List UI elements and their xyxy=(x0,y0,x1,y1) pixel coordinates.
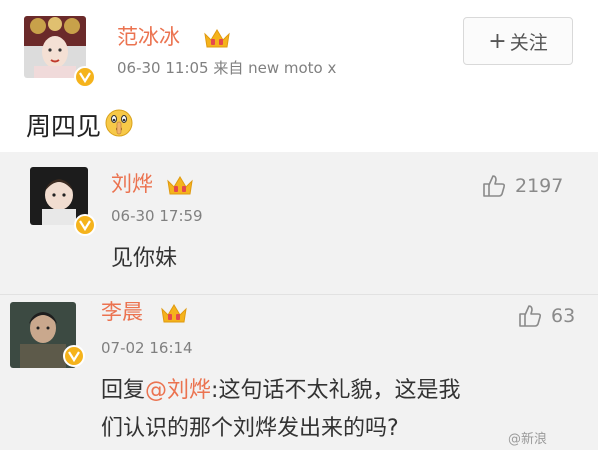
crown-icon xyxy=(160,301,188,329)
thumbs-up-icon xyxy=(519,305,542,327)
follow-label: 关注 xyxy=(509,31,548,54)
comment-text-line2: 们认识的那个刘烨发出来的吗? xyxy=(101,416,399,441)
post-meta: 06-30 11:05 来自 new moto x xyxy=(117,59,337,77)
post-text-content: 周四见 xyxy=(26,111,102,141)
comment-time: 07-02 16:14 xyxy=(101,339,193,357)
comment-item: 李晨 07-02 16:14 63 回复@刘烨:这句话不太礼貌，这是我 们认识的… xyxy=(0,295,598,450)
like-button[interactable]: 63 xyxy=(517,303,575,329)
plus-icon: + xyxy=(488,28,507,54)
post-author-name[interactable]: 范冰冰 xyxy=(117,25,180,49)
comment-text: 见你妹 xyxy=(111,246,178,271)
shh-emoji-icon xyxy=(104,108,134,145)
like-count: 2197 xyxy=(515,175,564,197)
comment-item: 刘烨 06-30 17:59 2197 见你妹 xyxy=(0,152,598,295)
crown-icon xyxy=(203,26,231,54)
commenter-name[interactable]: 刘烨 xyxy=(111,172,153,196)
like-count: 63 xyxy=(551,305,576,327)
watermark: @新浪 xyxy=(508,432,548,447)
post-text: 周四见 xyxy=(26,108,134,145)
like-button[interactable]: 2197 xyxy=(481,173,563,199)
comments-section: 刘烨 06-30 17:59 2197 见你妹 李晨 07-02 16:14 6… xyxy=(0,152,598,450)
thumbs-up-icon xyxy=(483,175,506,197)
comment-text: 回复@刘烨:这句话不太礼貌，这是我 xyxy=(101,377,460,405)
comment-text-line1: :这句话不太礼貌，这是我 xyxy=(211,378,461,403)
reply-prefix: 回复 xyxy=(101,378,146,403)
commenter-name[interactable]: 李晨 xyxy=(101,300,143,324)
main-post: 范冰冰 06-30 11:05 来自 new moto x + 关注 周四见 xyxy=(0,0,598,152)
verified-badge-icon xyxy=(74,214,96,236)
follow-button[interactable]: + 关注 xyxy=(463,17,573,65)
verified-badge-icon xyxy=(63,345,85,367)
mention-link[interactable]: @刘烨 xyxy=(145,378,211,403)
verified-badge-icon xyxy=(74,66,96,88)
comment-time: 06-30 17:59 xyxy=(111,207,203,225)
crown-icon xyxy=(166,173,194,201)
